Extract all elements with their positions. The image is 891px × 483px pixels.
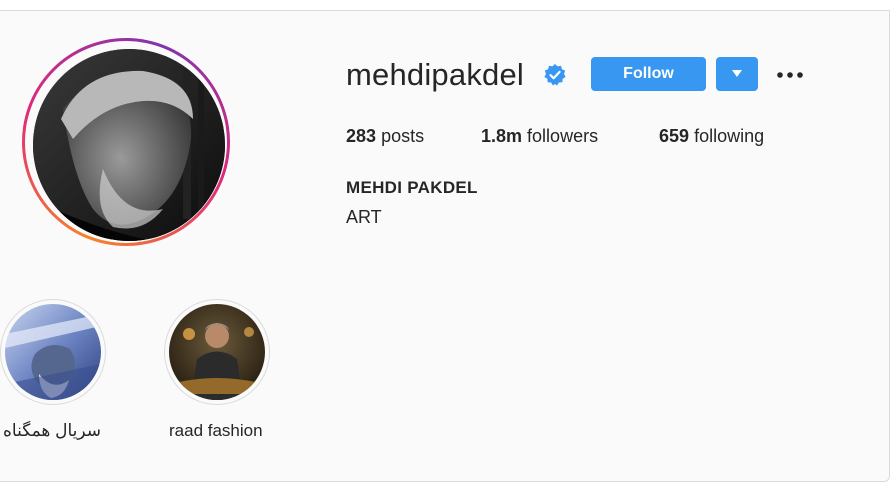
suggested-accounts-dropdown-button[interactable] — [716, 57, 758, 91]
profile-username: mehdipakdel — [346, 57, 524, 92]
verified-badge-icon — [543, 63, 567, 87]
highlight-cover-image — [5, 304, 101, 400]
follow-button[interactable]: Follow — [591, 57, 706, 91]
profile-full-name: MEHDI PAKDEL — [346, 178, 478, 197]
followers-label: followers — [527, 126, 599, 146]
posts-count: 283 — [346, 126, 377, 146]
followers-count: 1.8m — [481, 126, 523, 146]
highlight-item[interactable] — [164, 299, 270, 405]
profile-avatar[interactable] — [22, 38, 230, 246]
highlight-label[interactable]: سریال همگناه — [3, 421, 101, 441]
highlight-cover-image — [169, 304, 265, 400]
highlight-item[interactable] — [0, 299, 106, 405]
highlight-label[interactable]: raad fashion — [169, 421, 263, 441]
following-stat[interactable]: 659 following — [659, 126, 764, 147]
following-label: following — [694, 126, 765, 146]
followers-stat[interactable]: 1.8m followers — [481, 126, 598, 147]
more-options-button[interactable] — [772, 62, 808, 86]
following-count: 659 — [659, 126, 690, 146]
profile-bio: ART — [346, 207, 382, 227]
posts-stat: 283 posts — [346, 126, 424, 147]
profile-photo — [33, 49, 225, 241]
triangle-down-icon — [732, 65, 742, 83]
posts-label: posts — [381, 126, 425, 146]
ellipsis-icon — [776, 65, 804, 83]
